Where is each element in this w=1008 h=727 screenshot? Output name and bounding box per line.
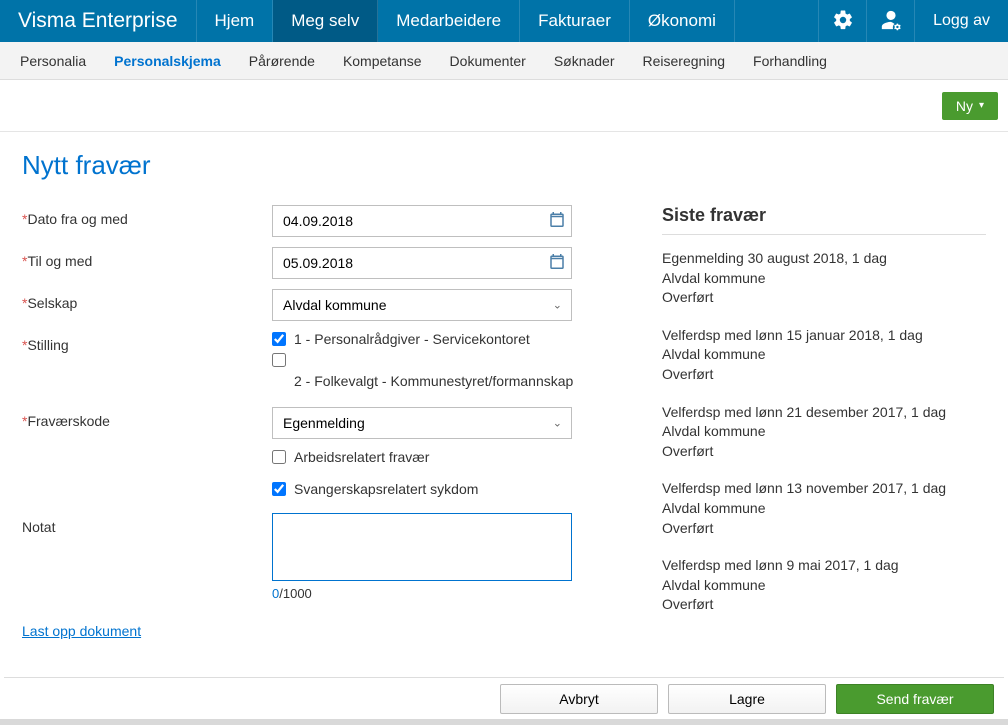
page-title: Nytt fravær	[22, 150, 986, 181]
user-settings-button[interactable]	[866, 0, 914, 42]
date-to-input[interactable]	[272, 247, 572, 279]
position-1-label: 1 - Personalrådgiver - Servicekontoret	[294, 331, 530, 347]
note-textarea[interactable]	[272, 513, 572, 581]
work-related-label: Arbeidsrelatert fravær	[294, 449, 429, 465]
history-item: Velferdsp med lønn 13 november 2017, 1 d…	[662, 479, 986, 538]
company-select[interactable]	[272, 289, 572, 321]
tab-parorende[interactable]: Pårørende	[235, 42, 329, 79]
user-gear-icon	[880, 9, 902, 34]
sub-tabs: Personalia Personalskjema Pårørende Komp…	[0, 42, 1008, 80]
tab-kompetanse[interactable]: Kompetanse	[329, 42, 436, 79]
work-related-checkbox[interactable]	[272, 450, 286, 464]
page-body: Nytt fravær *Dato fra og med *Til og med	[0, 132, 1008, 677]
new-button[interactable]: Ny ▾	[942, 92, 998, 120]
nav-hjem[interactable]: Hjem	[197, 0, 274, 42]
history-item: Velferdsp med lønn 9 mai 2017, 1 dag Alv…	[662, 556, 986, 615]
position-2-label: 2 - Folkevalgt - Kommunestyret/formannsk…	[294, 373, 582, 389]
recent-absences: Siste fravær Egenmelding 30 august 2018,…	[662, 205, 986, 639]
date-from-label: *Dato fra og med	[22, 205, 272, 227]
brand: Visma Enterprise	[0, 0, 197, 42]
send-button[interactable]: Send fravær	[836, 684, 994, 714]
history-item: Velferdsp med lønn 15 januar 2018, 1 dag…	[662, 326, 986, 385]
tab-personalskjema[interactable]: Personalskjema	[100, 42, 235, 79]
history-item: Egenmelding 30 august 2018, 1 dag Alvdal…	[662, 249, 986, 308]
upload-document-link[interactable]: Last opp dokument	[22, 623, 141, 639]
history-item: Velferdsp med lønn 21 desember 2017, 1 d…	[662, 403, 986, 462]
footer-bar: Avbryt Lagre Send fravær	[4, 677, 1004, 719]
pregnancy-label: Svangerskapsrelatert sykdom	[294, 481, 478, 497]
position-label: *Stilling	[22, 331, 272, 353]
note-charcount: 0/1000	[272, 586, 582, 601]
save-button[interactable]: Lagre	[668, 684, 826, 714]
note-label: Notat	[22, 513, 272, 535]
absence-form: *Dato fra og med *Til og med	[22, 205, 582, 639]
horizontal-scrollbar[interactable]	[0, 719, 1008, 725]
tab-personalia[interactable]: Personalia	[6, 42, 100, 79]
recent-absences-title: Siste fravær	[662, 205, 986, 235]
settings-button[interactable]	[818, 0, 866, 42]
tab-forhandling[interactable]: Forhandling	[739, 42, 841, 79]
company-label: *Selskap	[22, 289, 272, 311]
date-to-label: *Til og med	[22, 247, 272, 269]
top-nav: Visma Enterprise Hjem Meg selv Medarbeid…	[0, 0, 1008, 42]
cancel-button[interactable]: Avbryt	[500, 684, 658, 714]
nav-medarbeidere[interactable]: Medarbeidere	[378, 0, 520, 42]
tab-dokumenter[interactable]: Dokumenter	[436, 42, 540, 79]
absence-code-select[interactable]	[272, 407, 572, 439]
logout-button[interactable]: Logg av	[914, 0, 1008, 42]
nav-fakturaer[interactable]: Fakturaer	[520, 0, 630, 42]
new-button-label: Ny	[956, 98, 973, 114]
chevron-down-icon: ▾	[979, 100, 984, 111]
date-from-input[interactable]	[272, 205, 572, 237]
tab-soknader[interactable]: Søknader	[540, 42, 629, 79]
pregnancy-checkbox[interactable]	[272, 482, 286, 496]
position-1-checkbox[interactable]	[272, 332, 286, 346]
absence-code-label: *Fraværskode	[22, 407, 272, 429]
nav-meg-selv[interactable]: Meg selv	[273, 0, 378, 42]
nav-okonomi[interactable]: Økonomi	[630, 0, 735, 42]
gear-icon	[832, 9, 854, 34]
position-2-checkbox[interactable]	[272, 353, 286, 367]
tab-reiseregning[interactable]: Reiseregning	[629, 42, 740, 79]
action-bar: Ny ▾	[0, 80, 1008, 132]
